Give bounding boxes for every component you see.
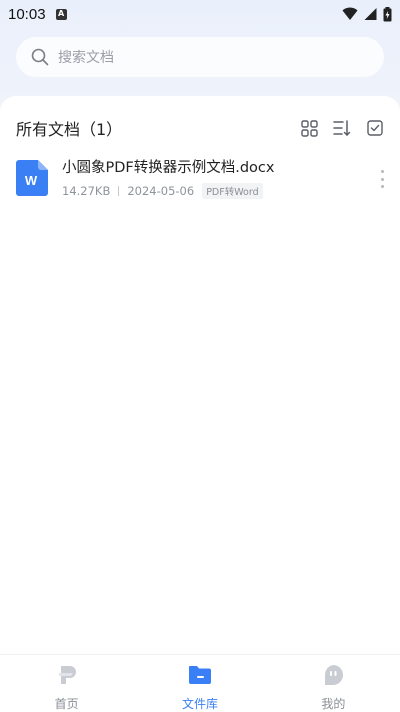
profile-chat-icon [325, 665, 344, 685]
nav-label-home: 首页 [54, 697, 79, 711]
signal-icon [364, 8, 377, 20]
section-header: 所有文档（1） [0, 96, 400, 160]
word-doc-letter: W [25, 173, 38, 188]
conversion-tag: PDF转Word [202, 183, 263, 199]
select-button[interactable] [366, 119, 384, 137]
search-placeholder: 搜索文档 [58, 50, 114, 66]
sort-button[interactable] [333, 119, 351, 137]
select-checkbox-icon [367, 120, 383, 136]
document-meta: 14.27KB 2024-05-06 PDF转Word [62, 183, 275, 199]
meta-divider [118, 186, 120, 196]
bottom-nav: 首页 文件库 我的 [0, 654, 400, 712]
nav-item-profile[interactable]: 我的 [267, 655, 400, 712]
page-title: 所有文档（1） [16, 120, 123, 139]
more-dot-icon [380, 185, 384, 188]
search-input[interactable]: 搜索文档 [16, 37, 384, 77]
home-logo-icon-wrap [55, 663, 79, 687]
folder-icon-wrap [188, 663, 212, 687]
status-indicators [342, 6, 392, 22]
battery-icon [383, 6, 392, 21]
more-options-button[interactable] [378, 170, 386, 188]
status-bar: 10:03 A [0, 0, 400, 28]
wifi-icon [342, 7, 358, 20]
document-name: 小圆象PDF转换器示例文档.docx [62, 160, 275, 176]
notification-glyph: A [57, 9, 65, 18]
document-library-panel: 所有文档（1） W 小圆象PDF转换器示例文档.docx 14.27KB 202… [0, 96, 400, 712]
document-date: 2024-05-06 [127, 184, 195, 198]
home-logo-icon [58, 666, 76, 684]
nav-item-library[interactable]: 文件库 [133, 655, 266, 712]
status-time: 10:03 [8, 5, 46, 23]
grid-view-icon [300, 119, 318, 137]
folder-icon [188, 666, 211, 684]
sort-icon [333, 119, 351, 136]
document-size: 14.27KB [62, 184, 111, 198]
search-icon [31, 48, 49, 66]
nav-label-library: 文件库 [181, 697, 218, 711]
nav-item-home[interactable]: 首页 [0, 655, 133, 712]
more-dot-icon [380, 177, 384, 181]
document-info: 小圆象PDF转换器示例文档.docx 14.27KB 2024-05-06 PD… [62, 156, 275, 199]
profile-icon-wrap [321, 663, 345, 687]
more-dot-icon [380, 170, 384, 173]
notification-icon: A [55, 8, 67, 20]
nav-label-profile: 我的 [321, 697, 346, 711]
list-item[interactable]: W 小圆象PDF转换器示例文档.docx 14.27KB 2024-05-06 … [0, 156, 400, 206]
grid-view-button[interactable] [300, 119, 318, 137]
word-doc-icon: W [16, 160, 48, 196]
header-tools [300, 119, 384, 137]
